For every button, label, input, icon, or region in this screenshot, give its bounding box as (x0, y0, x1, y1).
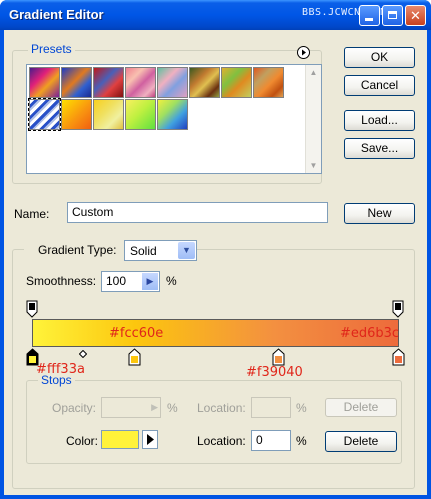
opacity-location-unit: % (296, 401, 307, 415)
preset-swatch-11[interactable] (93, 99, 124, 130)
presets-legend: Presets (28, 42, 75, 56)
triangle-right-icon (147, 434, 154, 445)
preset-swatch-list: ▲ ▼ (26, 64, 322, 174)
opacity-delete-button: Delete (325, 398, 397, 417)
opacity-unit: % (167, 401, 178, 415)
minimize-button[interactable] (359, 5, 380, 26)
color-stop-2[interactable] (128, 348, 141, 366)
title-bar[interactable]: Gradient Editor BBS.JCWCN.COM ✕ (0, 0, 431, 30)
preset-swatch-13[interactable] (157, 99, 188, 130)
preset-swatch-12[interactable] (125, 99, 156, 130)
circle-arrow-right-icon (302, 49, 306, 56)
scroll-down-icon[interactable]: ▼ (306, 158, 321, 173)
preset-swatch-3[interactable] (93, 67, 124, 98)
color-picker-arrow-button[interactable] (142, 430, 158, 449)
close-icon: ✕ (410, 8, 421, 23)
name-input[interactable]: Custom (67, 202, 328, 223)
preset-swatch-5[interactable] (157, 67, 188, 98)
color-midpoint-diamond[interactable] (79, 350, 87, 358)
preset-swatch-9[interactable] (28, 98, 61, 131)
color-delete-button[interactable]: Delete (325, 431, 397, 452)
preset-swatch-4[interactable] (125, 67, 156, 98)
opacity-input: ▶ (101, 397, 161, 418)
save-button[interactable]: Save... (344, 138, 415, 159)
ok-button[interactable]: OK (344, 47, 415, 68)
presets-menu-button[interactable] (297, 46, 310, 59)
preset-swatch-10[interactable] (61, 99, 92, 130)
preset-swatch-8[interactable] (253, 67, 284, 98)
opacity-location-label: Location: (197, 401, 246, 415)
color-stop-3[interactable] (272, 348, 285, 366)
maximize-icon (388, 11, 397, 19)
maximize-button[interactable] (382, 5, 403, 26)
window-title: Gradient Editor (9, 7, 104, 22)
opacity-stop-left[interactable] (26, 300, 38, 318)
stops-legend: Stops (38, 373, 75, 387)
color-location-label: Location: (197, 434, 246, 448)
cancel-button[interactable]: Cancel (344, 75, 415, 96)
scroll-up-icon[interactable]: ▲ (306, 65, 321, 80)
color-location-input[interactable]: 0 (251, 430, 291, 451)
annotation-stop3: #f39040 (246, 365, 303, 380)
load-button[interactable]: Load... (344, 110, 415, 131)
color-swatch[interactable] (101, 430, 139, 449)
color-stop-4[interactable] (392, 348, 405, 366)
opacity-label: Opacity: (52, 401, 97, 415)
gradient-editor-window: Gradient Editor BBS.JCWCN.COM ✕ Presets … (0, 0, 431, 499)
smoothness-input[interactable]: 100 ▶ (101, 271, 160, 292)
annotation-stop2: #fcc60e (109, 326, 164, 341)
opacity-location-input (251, 397, 291, 418)
preset-swatch-6[interactable] (189, 67, 220, 98)
smoothness-value: 100 (106, 274, 127, 288)
color-label: Color: (66, 434, 99, 448)
gradient-type-value: Solid (130, 244, 157, 258)
opacity-stepper-icon: ▶ (151, 402, 158, 412)
close-button[interactable]: ✕ (405, 5, 426, 26)
smoothness-label: Smoothness: (26, 274, 97, 288)
preset-swatch-2[interactable] (61, 67, 92, 98)
dialog-client-area: Presets ▲ ▼ OK Cancel Load... Save... Na… (4, 30, 427, 495)
smoothness-unit: % (166, 274, 177, 288)
preset-swatch-7[interactable] (221, 67, 252, 98)
preset-swatch-1[interactable] (29, 67, 60, 98)
smoothness-stepper[interactable]: ▶ (142, 273, 158, 290)
minimize-icon (365, 18, 373, 21)
preset-scrollbar[interactable]: ▲ ▼ (305, 65, 321, 173)
gradient-type-label: Gradient Type: (24, 243, 131, 257)
chevron-down-icon[interactable]: ▼ (178, 242, 195, 259)
annotation-stop4: #ed6b3c (340, 326, 400, 341)
name-label: Name: (14, 207, 50, 221)
new-button[interactable]: New (344, 203, 415, 224)
color-location-unit: % (296, 434, 307, 448)
gradient-type-select[interactable]: Solid ▼ (124, 240, 197, 261)
opacity-stop-right[interactable] (392, 300, 404, 318)
